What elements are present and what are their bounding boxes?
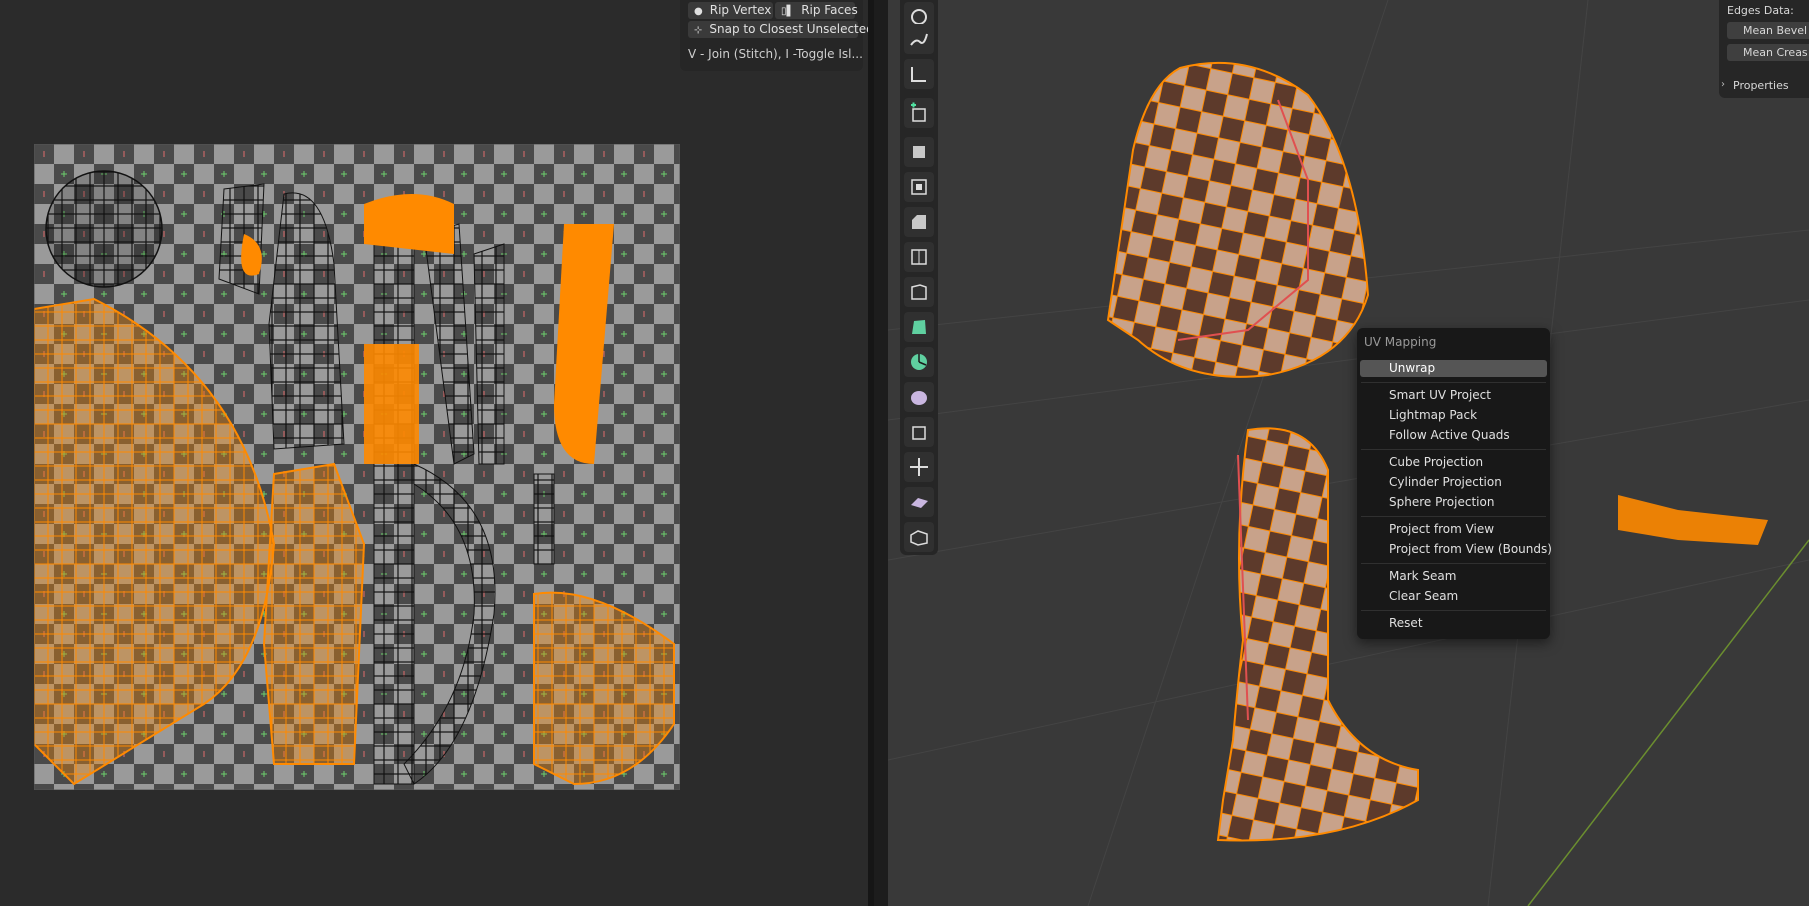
rip-faces-icon: ▯▌	[781, 6, 795, 17]
viewport-toolbar	[900, 0, 938, 555]
shrink-fatten-icon[interactable]	[904, 452, 934, 482]
menu-separator	[1361, 449, 1546, 450]
menu-item-mark-seam[interactable]: Mark Seam	[1360, 568, 1547, 585]
edge-slide-icon[interactable]	[904, 417, 934, 447]
snap-closest-button[interactable]: ⊹ Snap to Closest Unselected	[688, 21, 874, 38]
stitch-hint-text: V - Join (Stitch), I -Toggle Isl...	[688, 47, 863, 61]
menu-separator	[1361, 610, 1546, 611]
measure-icon[interactable]	[904, 59, 934, 89]
knife-icon[interactable]	[904, 277, 934, 307]
menu-item-sphere-projection[interactable]: Sphere Projection	[1360, 494, 1547, 511]
extrude-icon[interactable]	[904, 137, 934, 167]
rip-icon[interactable]	[904, 522, 934, 552]
menu-item-reset[interactable]: Reset	[1360, 615, 1547, 632]
inset-icon[interactable]	[904, 172, 934, 202]
sidebar-tab[interactable]	[874, 0, 888, 906]
mesh-small-object	[1618, 495, 1768, 545]
menu-item-cylinder-projection[interactable]: Cylinder Projection	[1360, 474, 1547, 491]
menu-separator	[1361, 382, 1546, 383]
loop-cut-icon[interactable]	[904, 242, 934, 272]
edges-data-label: Edges Data:	[1727, 4, 1794, 17]
dot-icon: ●	[694, 6, 703, 17]
uv-checker-canvas[interactable]	[34, 144, 680, 790]
rip-faces-label: Rip Faces	[801, 3, 858, 17]
menu-item-project-from-view[interactable]: Project from View	[1360, 521, 1547, 538]
rip-faces-button[interactable]: ▯▌ Rip Faces	[775, 2, 858, 19]
mesh-head	[1106, 61, 1370, 378]
menu-title: UV Mapping	[1364, 335, 1437, 349]
uv-editor-area[interactable]: ● Rip Vertex ▯▌ Rip Faces ⊹ Snap to Closest…	[0, 0, 874, 906]
menu-item-clear-seam[interactable]: Clear Seam	[1360, 588, 1547, 605]
menu-item-project-from-view-bounds[interactable]: Project from View (Bounds)	[1360, 541, 1552, 558]
poly-build-icon[interactable]	[904, 312, 934, 342]
uv-select-popover: ● Rip Vertex ▯▌ Rip Faces ⊹ Snap to Closest…	[680, 0, 874, 71]
menu-item-unwrap[interactable]: Unwrap	[1360, 360, 1547, 377]
properties-panel: Edges Data: Mean Bevel Mean Creas › Prop…	[1719, 0, 1809, 98]
menu-item-cube-projection[interactable]: Cube Projection	[1360, 454, 1547, 471]
mean-bevel-field[interactable]: Mean Bevel	[1727, 22, 1809, 39]
shear-icon[interactable]	[904, 487, 934, 517]
y-axis-line	[1527, 539, 1809, 906]
add-cube-icon[interactable]	[904, 98, 934, 128]
menu-item-lightmap-pack[interactable]: Lightmap Pack	[1360, 407, 1547, 424]
menu-item-smart-uv-project[interactable]: Smart UV Project	[1360, 387, 1547, 404]
snap-icon: ⊹	[694, 25, 703, 36]
snap-closest-label: Snap to Closest Unselected	[709, 22, 874, 36]
chevron-right-icon[interactable]: ›	[1721, 79, 1725, 90]
3d-viewport[interactable]: Edges Data: Mean Bevel Mean Creas › Prop…	[888, 0, 1809, 906]
menu-separator	[1361, 516, 1546, 517]
rip-vertex-label: Rip Vertex	[709, 3, 772, 17]
bevel-icon[interactable]	[904, 207, 934, 237]
menu-separator	[1361, 563, 1546, 564]
annotate-icon[interactable]	[904, 24, 934, 54]
rip-vertex-button[interactable]: ● Rip Vertex	[688, 2, 773, 19]
viewport-scene	[888, 0, 1809, 906]
properties-section-header[interactable]: Properties	[1733, 79, 1789, 92]
uv-mapping-menu: UV Mapping Unwrap Smart UV Project Light…	[1357, 328, 1552, 639]
mean-crease-field[interactable]: Mean Creas	[1727, 44, 1809, 61]
menu-item-follow-active-quads[interactable]: Follow Active Quads	[1360, 427, 1547, 444]
smooth-icon[interactable]	[904, 382, 934, 412]
spin-icon[interactable]	[904, 347, 934, 377]
